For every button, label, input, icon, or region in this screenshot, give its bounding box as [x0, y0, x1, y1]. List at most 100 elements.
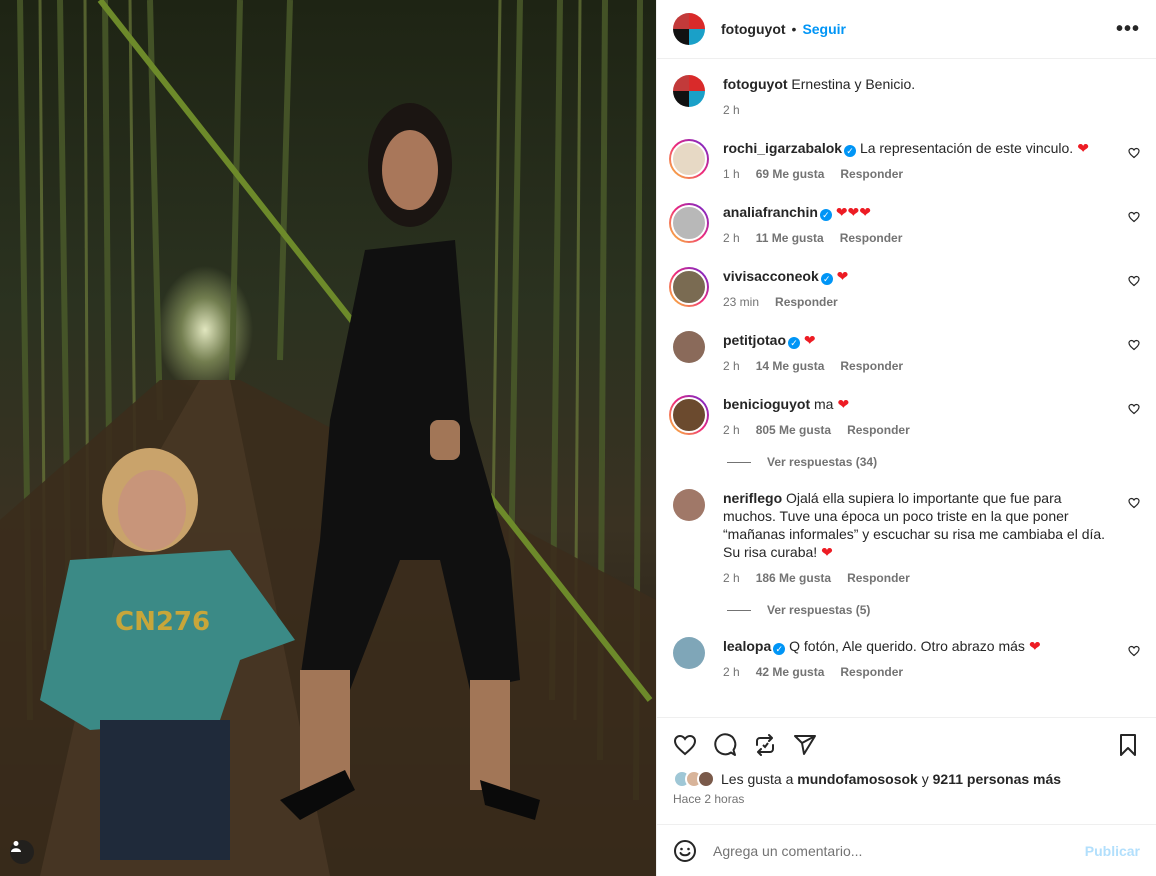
comment-body: benicioguyot ma ❤ 2 h 805 Me gusta Responder — [723, 395, 1140, 439]
caption-time[interactable]: 2 h — [723, 101, 740, 119]
follow-button[interactable]: Seguir — [802, 21, 846, 37]
verified-badge-icon: ✓ — [844, 145, 857, 157]
tagged-people-button[interactable] — [10, 840, 34, 864]
more-options-icon[interactable]: ••• — [1116, 18, 1140, 41]
comments-list[interactable]: fotoguyot Ernestina y Benicio. 2 h rochi… — [657, 59, 1156, 717]
avatar[interactable] — [673, 637, 705, 669]
comment-likes[interactable]: 69 Me gusta — [756, 165, 825, 183]
comment-meta: 2 h 11 Me gusta Responder — [723, 229, 1108, 247]
comment-likes[interactable]: 11 Me gusta — [756, 229, 824, 247]
comment-username[interactable]: lealopa — [723, 638, 771, 654]
reply-button[interactable]: Responder — [847, 569, 910, 587]
comment-icon[interactable] — [713, 733, 737, 757]
comment-item: analiafranchin ✓ ❤❤❤ 2 h 11 Me gusta Respond… — [669, 203, 1140, 247]
comment-username[interactable]: neriflego — [723, 490, 782, 506]
author-avatar[interactable] — [673, 75, 705, 107]
comment-username[interactable]: rochi_igarzabalok — [723, 140, 842, 156]
verified-badge-icon: ✓ — [819, 209, 832, 221]
share-icon[interactable] — [793, 733, 817, 757]
comment-likes[interactable]: 14 Me gusta — [756, 357, 825, 375]
avatar[interactable] — [673, 489, 705, 521]
post-header: fotoguyot • Seguir ••• — [657, 0, 1156, 59]
heart-emoji: ❤❤❤ — [835, 204, 872, 220]
comment-username[interactable]: analiafranchin — [723, 204, 818, 220]
story-ring[interactable] — [669, 139, 709, 179]
reply-button[interactable]: Responder — [775, 293, 838, 311]
view-replies-button[interactable]: Ver respuestas (34) — [727, 455, 1140, 469]
author-username[interactable]: fotoguyot — [721, 21, 786, 37]
comment-time[interactable]: 2 h — [723, 569, 740, 587]
avatar — [671, 269, 707, 305]
view-replies-button[interactable]: Ver respuestas (5) — [727, 603, 1140, 617]
comment-body: rochi_igarzabalok ✓ La representación de … — [723, 139, 1140, 183]
avatar — [671, 397, 707, 433]
separator-dot: • — [791, 21, 797, 37]
comment-like-icon[interactable] — [1128, 147, 1140, 159]
comment-item: neriflego Ojalá ella supiera lo importan… — [673, 489, 1140, 587]
comment-username[interactable]: benicioguyot — [723, 396, 810, 412]
comment-body: lealopa ✓ Q fotón, Ale querido. Otro abra… — [723, 637, 1140, 681]
reply-button[interactable]: Responder — [840, 663, 903, 681]
story-ring[interactable] — [669, 267, 709, 307]
reply-button[interactable]: Responder — [847, 421, 910, 439]
post-photo[interactable]: CN276 — [0, 0, 656, 876]
like-icon[interactable] — [673, 733, 697, 757]
reply-button[interactable]: Responder — [840, 357, 903, 375]
reply-button[interactable]: Responder — [840, 229, 903, 247]
story-ring[interactable] — [669, 395, 709, 435]
liker-username[interactable]: mundofamososok — [797, 771, 918, 787]
comment-like-icon[interactable] — [1128, 275, 1140, 287]
heart-emoji: ❤ — [1077, 140, 1089, 156]
comment-likes[interactable]: 186 Me gusta — [756, 569, 831, 587]
comment-entries: rochi_igarzabalok ✓ La representación de … — [669, 139, 1140, 681]
author-avatar[interactable] — [673, 13, 705, 45]
comment-like-icon[interactable] — [1128, 339, 1140, 351]
liker-avatars[interactable] — [673, 770, 715, 788]
comment-item: petitjotao ✓ ❤ 2 h 14 Me gusta Responder — [673, 331, 1140, 375]
comment-meta: 2 h 805 Me gusta Responder — [723, 421, 1108, 439]
comment-time[interactable]: 1 h — [723, 165, 740, 183]
comment-likes[interactable]: 805 Me gusta — [756, 421, 831, 439]
caption-username[interactable]: fotoguyot — [723, 76, 788, 92]
heart-emoji: ❤ — [803, 332, 816, 348]
comment-time[interactable]: 23 min — [723, 293, 759, 311]
comment-input[interactable] — [713, 842, 1085, 859]
comment-time[interactable]: 2 h — [723, 663, 740, 681]
comment-likes[interactable]: 42 Me gusta — [756, 663, 825, 681]
comment-time[interactable]: 2 h — [723, 229, 740, 247]
view-replies-label: Ver respuestas (5) — [767, 603, 871, 617]
avatar[interactable] — [673, 331, 705, 363]
comment-like-icon[interactable] — [1128, 645, 1140, 657]
comment-time[interactable]: 2 h — [723, 357, 740, 375]
comment-like-icon[interactable] — [1128, 497, 1140, 509]
post-actions: Les gusta a mundofamososok y 9211 person… — [657, 717, 1156, 824]
comment-like-icon[interactable] — [1128, 403, 1140, 415]
comment-meta: 23 min Responder — [723, 293, 1108, 311]
comment-text: Q fotón, Ale querido. Otro abrazo más — [789, 638, 1025, 654]
comment-like-icon[interactable] — [1128, 211, 1140, 223]
replies-line — [727, 461, 751, 463]
comment-meta: 1 h 69 Me gusta Responder — [723, 165, 1108, 183]
story-ring[interactable] — [669, 203, 709, 243]
publish-button[interactable]: Publicar — [1085, 843, 1140, 859]
heart-emoji: ❤ — [1028, 638, 1041, 654]
comment-username[interactable]: vivisacconeok — [723, 268, 819, 284]
comment-body: neriflego Ojalá ella supiera lo importan… — [723, 489, 1140, 587]
save-icon[interactable] — [1116, 733, 1140, 757]
photo-illustration: CN276 — [0, 0, 656, 876]
post-time[interactable]: Hace 2 horas — [673, 792, 1140, 806]
likes-count[interactable]: 9211 personas más — [933, 771, 1061, 787]
avatar — [671, 205, 707, 241]
comment-username[interactable]: petitjotao — [723, 332, 786, 348]
reply-button[interactable]: Responder — [840, 165, 903, 183]
svg-text:CN276: CN276 — [115, 607, 210, 637]
post-side-panel: fotoguyot • Seguir ••• fotoguyot Ernesti… — [656, 0, 1156, 876]
heart-emoji: ❤ — [837, 396, 850, 412]
emoji-icon[interactable] — [673, 839, 697, 863]
comment-meta: 2 h 14 Me gusta Responder — [723, 357, 1108, 375]
repost-icon[interactable] — [753, 733, 777, 757]
action-icons — [673, 730, 1140, 760]
comment-time[interactable]: 2 h — [723, 421, 740, 439]
verified-badge-icon: ✓ — [773, 643, 786, 655]
comment-meta: 2 h 42 Me gusta Responder — [723, 663, 1108, 681]
